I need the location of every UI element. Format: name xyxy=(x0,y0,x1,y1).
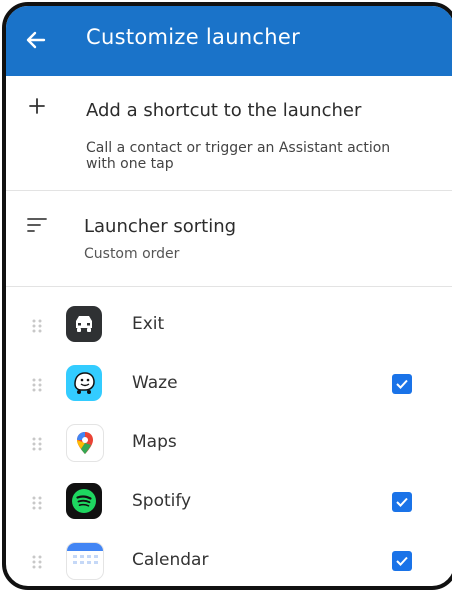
calendar-app-icon xyxy=(66,542,104,580)
app-label: Exit xyxy=(132,314,165,334)
launcher-sorting-title: Launcher sorting xyxy=(84,216,237,237)
checkbox[interactable] xyxy=(392,551,412,571)
add-shortcut-title: Add a shortcut to the launcher xyxy=(86,100,362,121)
exit-app-icon xyxy=(66,306,102,342)
page-title: Customize launcher xyxy=(86,25,301,49)
app-bar: Customize launcher xyxy=(6,6,452,76)
checkbox[interactable] xyxy=(392,374,412,394)
app-label: Maps xyxy=(132,432,177,452)
add-shortcut-row[interactable]: Add a shortcut to the launcher Call a co… xyxy=(6,76,452,191)
drag-handle-icon[interactable] xyxy=(32,495,42,510)
waze-app-icon xyxy=(66,365,102,401)
checkbox[interactable] xyxy=(392,492,412,512)
launcher-sorting-row[interactable]: Launcher sorting Custom order xyxy=(6,191,452,287)
app-row-exit[interactable]: Exit xyxy=(6,296,452,354)
back-arrow-icon[interactable] xyxy=(22,26,50,54)
app-label: Spotify xyxy=(132,491,192,511)
app-row-maps[interactable]: Maps xyxy=(6,414,452,472)
launcher-sorting-value: Custom order xyxy=(84,246,180,262)
app-label: Calendar xyxy=(132,550,209,570)
app-row-calendar[interactable]: Calendar xyxy=(6,532,452,586)
drag-handle-icon[interactable] xyxy=(32,318,42,333)
phone-screen: Customize launcher Add a shortcut to the… xyxy=(2,2,452,590)
drag-handle-icon[interactable] xyxy=(32,436,42,451)
app-row-waze[interactable]: Waze xyxy=(6,355,452,413)
drag-handle-icon[interactable] xyxy=(32,377,42,392)
sort-icon xyxy=(26,217,48,233)
maps-app-icon xyxy=(66,424,104,462)
add-shortcut-subtitle: Call a contact or trigger an Assistant a… xyxy=(86,140,391,172)
app-label: Waze xyxy=(132,373,178,393)
app-row-spotify[interactable]: Spotify xyxy=(6,473,452,531)
plus-icon xyxy=(26,95,48,117)
spotify-app-icon xyxy=(66,483,102,519)
